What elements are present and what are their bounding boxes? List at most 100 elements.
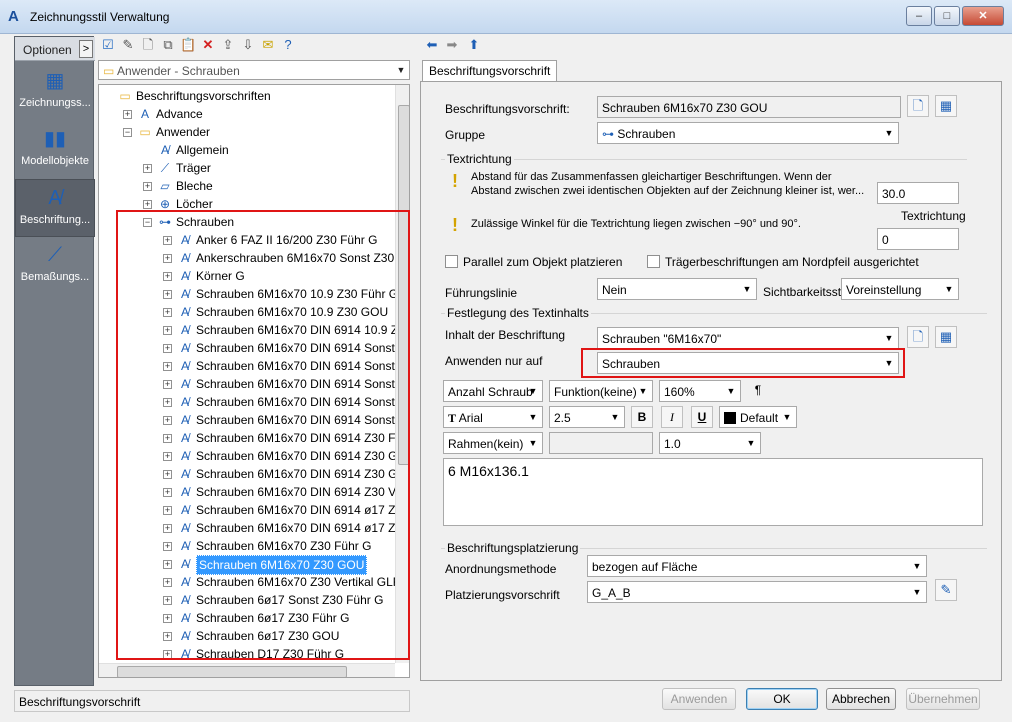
- tree-expander[interactable]: +: [163, 614, 172, 624]
- tree-expander[interactable]: +: [163, 470, 172, 480]
- close-button[interactable]: ✕: [962, 6, 1004, 26]
- tree-node[interactable]: + A̸ Schrauben 6M16x70 10.9 Z30 Führ G: [163, 285, 398, 303]
- north-arrow-checkbox[interactable]: [647, 255, 660, 268]
- rules-tree[interactable]: ▭ Beschriftungsvorschriften + A Advance − ▭ Anw…: [98, 84, 410, 678]
- parallel-checkbox[interactable]: [445, 255, 458, 268]
- tree-expander[interactable]: −: [143, 218, 152, 228]
- options-expand-button[interactable]: >: [79, 40, 93, 58]
- forward-arrow-icon[interactable]: ➡: [444, 37, 460, 53]
- export-icon[interactable]: ⇪: [220, 37, 236, 53]
- tree-expander[interactable]: −: [123, 128, 132, 138]
- tree-node[interactable]: + A̸ Schrauben 6M16x70 DIN 6914 Sonst Z30: [163, 339, 409, 357]
- tree-node[interactable]: + A̸ Schrauben 6ø17 Z30 Führ G: [163, 609, 349, 627]
- tree-node[interactable]: + A̸ Schrauben 6M16x70 DIN 6914 Z30 GOU: [163, 465, 409, 483]
- content-properties-icon[interactable]: ▦: [935, 326, 957, 348]
- tree-expander[interactable]: +: [163, 542, 172, 552]
- new-content-icon[interactable]: 🗋: [907, 326, 929, 348]
- frame-select[interactable]: Rahmen(kein) ▼: [443, 432, 543, 454]
- scrollbar-thumb[interactable]: [117, 666, 347, 677]
- tree-vertical-scrollbar[interactable]: [395, 85, 409, 663]
- back-arrow-icon[interactable]: ⬅: [424, 37, 440, 53]
- tree-node[interactable]: A̸ Allgemein: [143, 141, 229, 159]
- tree-node[interactable]: + ⟋ Träger: [143, 159, 211, 177]
- tree-node[interactable]: + A̸ Schrauben 6M16x70 10.9 Z30 GOU: [163, 303, 388, 321]
- tree-expander[interactable]: +: [163, 632, 172, 642]
- direction-field[interactable]: 0: [877, 228, 959, 250]
- comment-icon[interactable]: ✉: [260, 37, 276, 53]
- tree-expander[interactable]: +: [163, 488, 172, 498]
- apply-only-select[interactable]: Schrauben ▼: [597, 352, 899, 374]
- sidebar-item-drawing-style[interactable]: ▦ Zeichnungss...: [15, 63, 95, 121]
- apply-button[interactable]: Anwenden: [662, 688, 736, 710]
- tree-node[interactable]: + A̸ Schrauben 6M16x70 DIN 6914 Z30 Vertik: [163, 483, 409, 501]
- tree-expander[interactable]: +: [143, 164, 152, 174]
- tree-node[interactable]: + A̸ Schrauben 6M16x70 Z30 Führ G: [163, 537, 371, 555]
- color-select[interactable]: Default ▼: [719, 406, 797, 428]
- font-size-select[interactable]: 2.5 ▼: [549, 406, 625, 428]
- up-arrow-icon[interactable]: ⬆: [466, 37, 482, 53]
- tree-node[interactable]: + A̸ Schrauben D17 Z30 Führ G: [163, 645, 344, 663]
- tree-node[interactable]: + A̸ Schrauben 6ø17 Z30 GOU: [163, 627, 339, 645]
- import-button[interactable]: Übernehmen: [906, 688, 980, 710]
- group-select[interactable]: ⊶ Schrauben ▼: [597, 122, 899, 144]
- tree-node[interactable]: + A̸ Schrauben 6M16x70 Z30 Vertikal GLR: [163, 573, 401, 591]
- import-icon[interactable]: ⇩: [240, 37, 256, 53]
- tree-expander[interactable]: +: [163, 290, 172, 300]
- sidebar-item-model-objects[interactable]: ▮▮ Modellobjekte: [15, 121, 95, 179]
- content-select[interactable]: Schrauben "6M16x70" ▼: [597, 327, 899, 349]
- rule-name-field[interactable]: Schrauben 6M16x70 Z30 GOU: [597, 96, 901, 118]
- tree-expander[interactable]: +: [143, 200, 152, 210]
- visibility-select[interactable]: Voreinstellung ▼: [841, 278, 959, 300]
- tree-node[interactable]: + A̸ Schrauben 6M16x70 DIN 6914 Z30 GLR: [163, 447, 409, 465]
- cancel-button[interactable]: Abbrechen: [826, 688, 896, 710]
- label-preview-textarea[interactable]: 6 M16x136.1: [443, 458, 983, 526]
- tree-expander[interactable]: +: [163, 254, 172, 264]
- tree-horizontal-scrollbar[interactable]: [99, 663, 395, 677]
- tree-expander[interactable]: +: [163, 452, 172, 462]
- underline-button[interactable]: U: [691, 406, 713, 428]
- tree-expander[interactable]: +: [163, 416, 172, 426]
- tree-expander[interactable]: +: [163, 650, 172, 660]
- tree-expander[interactable]: +: [163, 362, 172, 372]
- leader-select[interactable]: Nein ▼: [597, 278, 757, 300]
- tree-expander[interactable]: +: [163, 326, 172, 336]
- tree-node[interactable]: + A̸ Schrauben 6M16x70 DIN 6914 ø17 Z30 Fü: [163, 501, 409, 519]
- tree-node[interactable]: + A̸ Schrauben 6M16x70 DIN 6914 ø17 Z30 GO: [163, 519, 409, 537]
- tree-node[interactable]: + A̸ Schrauben 6M16x70 DIN 6914 Z30 Führ G: [163, 429, 409, 447]
- italic-button[interactable]: I: [661, 406, 683, 428]
- tree-node[interactable]: + A Advance: [123, 105, 203, 123]
- tree-node[interactable]: + ▱ Bleche: [143, 177, 213, 195]
- ok-button[interactable]: OK: [746, 688, 818, 710]
- tree-node[interactable]: + A̸ Schrauben 6M16x70 DIN 6914 Sonst Z30: [163, 357, 409, 375]
- count-format-select[interactable]: Anzahl Schraub ▼: [443, 380, 543, 402]
- tree-expander[interactable]: +: [163, 596, 172, 606]
- paragraph-icon[interactable]: ¶: [747, 380, 769, 402]
- bold-button[interactable]: B: [631, 406, 653, 428]
- placement-rule-select[interactable]: G_A_B ▼: [587, 581, 927, 603]
- edit-icon[interactable]: ✎: [120, 37, 136, 53]
- tree-expander[interactable]: +: [163, 578, 172, 588]
- tree-node[interactable]: + A̸ Schrauben 6M16x70 DIN 6914 Sonst Z500: [163, 411, 409, 429]
- tree-node[interactable]: + A̸ Anker 6 FAZ II 16/200 Z30 Führ G: [163, 231, 377, 249]
- tree-expander[interactable]: +: [163, 560, 172, 570]
- copy-icon[interactable]: ⧉: [160, 37, 176, 53]
- tree-expander[interactable]: +: [163, 524, 172, 534]
- scrollbar-thumb[interactable]: [398, 105, 409, 465]
- sidebar-item-labeling[interactable]: A̸ Beschriftung...: [15, 179, 95, 237]
- tree-expander[interactable]: +: [163, 398, 172, 408]
- tree-node[interactable]: + A̸ Schrauben 6M16x70 DIN 6914 Sonst Z30: [163, 393, 409, 411]
- sidebar-item-dimension[interactable]: ⟋ Bemaßungs...: [15, 237, 95, 295]
- chevron-down-icon[interactable]: ▼: [393, 61, 409, 79]
- minimize-button[interactable]: –: [906, 6, 932, 26]
- font-select[interactable]: T Arial ▼: [443, 406, 543, 428]
- tree-node[interactable]: + A̸ Schrauben 6M16x70 DIN 6914 10.9 Z30 G: [163, 321, 409, 339]
- tree-node[interactable]: + A̸ Schrauben 6M16x70 DIN 6914 Sonst Z30: [163, 375, 409, 393]
- distance-field[interactable]: 30.0: [877, 182, 959, 204]
- new-rule-icon[interactable]: 🗋: [907, 95, 929, 117]
- paste-icon[interactable]: 📋: [180, 37, 196, 53]
- tree-expander[interactable]: +: [163, 434, 172, 444]
- tree-expander[interactable]: +: [143, 182, 152, 192]
- tab-labeling-rule[interactable]: Beschriftungsvorschrift: [422, 60, 558, 82]
- tree-node[interactable]: + A̸ Körner G: [163, 267, 245, 285]
- tree-expander[interactable]: +: [163, 272, 172, 282]
